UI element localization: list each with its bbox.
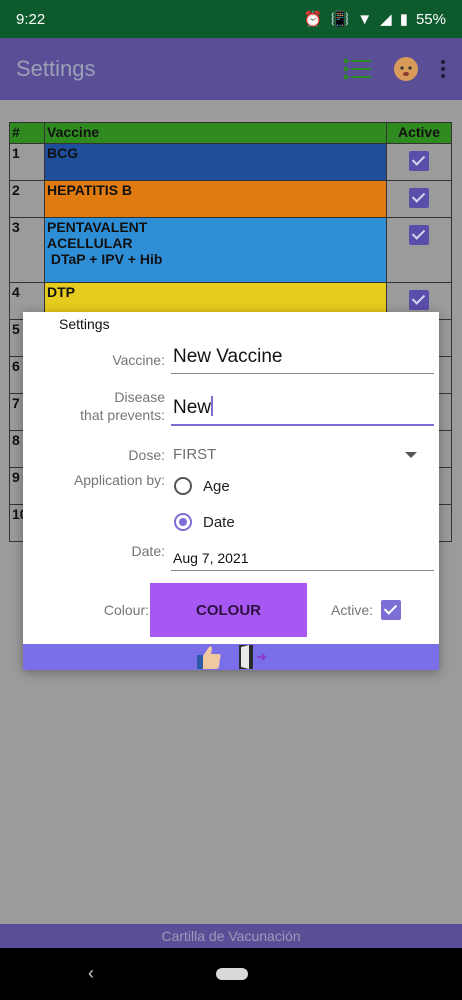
thumbs-up-icon[interactable] [195, 643, 223, 671]
signal-icon: ◢ [380, 11, 392, 28]
date-label: Date: [131, 543, 165, 559]
more-options-icon[interactable] [440, 59, 446, 79]
disease-input-text: New [173, 397, 212, 418]
table-row[interactable]: 3 PENTAVALENT ACELLULAR DTaP + IPV + Hib [9, 217, 452, 283]
system-nav-bar: ‹ [0, 948, 462, 1000]
vaccine-name-cell: PENTAVALENT ACELLULAR DTaP + IPV + Hib [44, 217, 387, 283]
exit-door-icon[interactable] [235, 644, 269, 670]
header-number: # [9, 122, 45, 144]
active-row-checkbox[interactable] [409, 188, 429, 208]
disease-label-line1: Disease [114, 389, 165, 405]
vaccine-name-cell: HEPATITIS B [44, 180, 387, 218]
baby-face-icon[interactable] [392, 55, 420, 83]
battery-icon: ▮ [399, 11, 408, 28]
active-row-checkbox[interactable] [409, 290, 429, 310]
vaccine-name-line: DTaP + IPV + Hib [47, 251, 163, 267]
disease-input[interactable]: New [171, 396, 434, 426]
list-icon[interactable] [344, 57, 372, 81]
alarm-icon: ⏰ [303, 11, 323, 28]
radio-date-label[interactable]: Date [203, 514, 235, 531]
dose-label: Dose: [128, 447, 165, 463]
active-cell [386, 143, 452, 181]
header-vaccine: Vaccine [44, 122, 387, 144]
dropdown-arrow-icon[interactable] [405, 452, 417, 458]
application-by-label: Application by: [73, 472, 165, 488]
home-pill[interactable] [216, 968, 248, 980]
app-bar: Settings [0, 38, 462, 100]
radio-age-label[interactable]: Age [203, 478, 230, 495]
row-number: 1 [9, 143, 45, 181]
dose-select[interactable]: FIRST [173, 446, 216, 463]
active-label: Active: [330, 602, 373, 618]
status-bar: 9:22 ⏰ 📳 ▼ ◢ ▮ 55% [0, 0, 462, 38]
active-checkbox[interactable] [381, 600, 401, 620]
vaccine-name-input[interactable]: New Vaccine [171, 346, 434, 374]
colour-label: Colour: [103, 602, 149, 618]
active-row-checkbox[interactable] [409, 151, 429, 171]
dialog-action-bar [23, 644, 439, 670]
date-input[interactable]: Aug 7, 2021 [171, 550, 434, 571]
vaccine-settings-dialog: Settings Vaccine: New Vaccine Disease th… [23, 312, 439, 670]
text-caret [211, 396, 214, 416]
active-cell [386, 180, 452, 218]
table-row[interactable]: 1 BCG [9, 143, 452, 181]
vibrate-icon: 📳 [330, 11, 350, 28]
row-number: 3 [9, 217, 45, 283]
disease-label-line2: that prevents: [80, 407, 165, 423]
row-number: 2 [9, 180, 45, 218]
vaccine-name-line: BCG [47, 145, 79, 161]
page-title: Settings [16, 56, 96, 81]
colour-button[interactable]: COLOUR [150, 583, 307, 637]
vaccine-label: Vaccine: [112, 352, 165, 368]
battery-percent: 55% [415, 10, 446, 28]
vaccine-name-line: PENTAVALENT [47, 219, 148, 235]
active-cell [386, 217, 452, 283]
dialog-title: Settings [59, 316, 110, 332]
active-row-checkbox[interactable] [409, 225, 429, 245]
vaccine-name-line: ACELLULAR [47, 235, 133, 251]
status-time: 9:22 [16, 10, 46, 28]
table-row[interactable]: 2 HEPATITIS B [9, 180, 452, 218]
radio-age[interactable] [174, 477, 192, 495]
vaccine-name-cell: BCG [44, 143, 387, 181]
app-footer: Cartilla de Vacunación [0, 924, 462, 948]
wifi-icon: ▼ [357, 10, 373, 28]
radio-date[interactable] [174, 513, 192, 531]
back-icon[interactable]: ‹ [88, 963, 94, 984]
header-active: Active [386, 122, 452, 144]
vaccine-name-line: DTP [47, 284, 75, 300]
vaccine-name-line: HEPATITIS B [47, 182, 133, 198]
